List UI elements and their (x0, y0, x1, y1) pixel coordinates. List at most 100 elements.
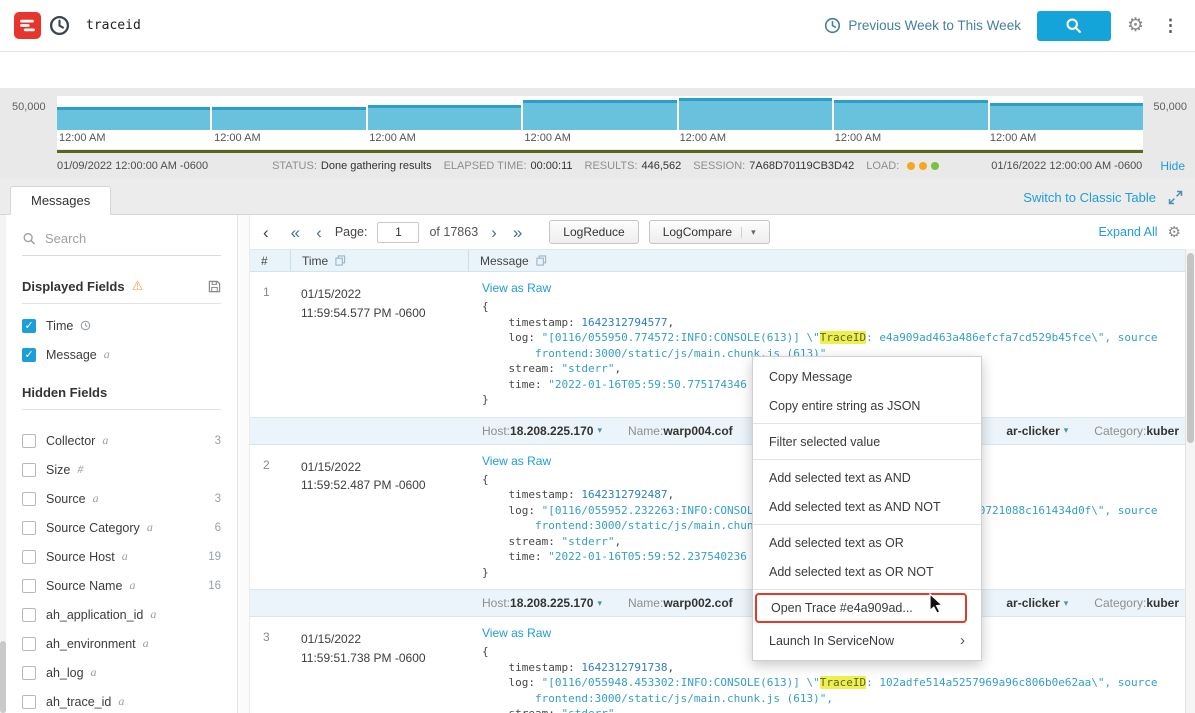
logreduce-button[interactable]: LogReduce (549, 220, 638, 244)
cell-time[interactable]: 01/15/202211:59:54.577 PM -0600 (290, 272, 468, 417)
field-checkbox[interactable] (22, 434, 36, 448)
switch-to-classic-table-link[interactable]: Switch to Classic Table (1023, 190, 1156, 205)
histogram-bar[interactable] (212, 107, 365, 130)
chevron-down-icon[interactable]: ▾ (1064, 598, 1069, 609)
histogram-bar[interactable] (990, 103, 1143, 130)
cell-time[interactable]: 01/15/202211:59:51.738 PM -0600 (290, 617, 468, 713)
save-fields-icon[interactable] (208, 280, 221, 293)
field-row[interactable]: Size# (0, 455, 237, 484)
chevron-down-icon[interactable]: ▾ (1064, 425, 1069, 436)
context-menu-item[interactable]: Add selected text as OR (753, 528, 981, 557)
field-row[interactable]: ah_trace_ida (0, 687, 237, 713)
field-checkbox[interactable] (22, 666, 36, 680)
field-checkbox[interactable] (22, 463, 36, 477)
trace-id-highlight[interactable]: TraceID (820, 331, 866, 344)
meta-field[interactable]: ar-clicker▾ (1006, 424, 1068, 438)
field-checkbox[interactable] (22, 695, 36, 709)
view-as-raw-link[interactable]: View as Raw (482, 454, 551, 468)
field-row[interactable]: Collectora3 (0, 426, 237, 455)
json-segment: 1642312792487 (581, 488, 667, 501)
field-row[interactable]: Messagea (0, 340, 237, 369)
left-scrollbar-thumb[interactable] (0, 641, 6, 713)
history-icon[interactable] (49, 15, 70, 36)
field-row[interactable]: Source Categorya6 (0, 513, 237, 542)
page-number-input[interactable] (377, 222, 419, 243)
field-row[interactable]: Source Namea16 (0, 571, 237, 600)
context-menu-item[interactable]: Add selected text as AND NOT (753, 492, 981, 521)
search-query-input[interactable]: traceid (86, 18, 141, 33)
last-page-icon[interactable]: » (510, 224, 525, 241)
histogram-bar[interactable] (523, 100, 676, 130)
field-checkbox[interactable] (22, 521, 36, 535)
row-number: 1 (250, 272, 290, 417)
time-range-bar[interactable] (57, 150, 1143, 153)
meta-field-value: warp002.cof (663, 596, 732, 610)
table-settings-gear-icon[interactable]: ⚙ (1168, 223, 1181, 241)
meta-field[interactable]: ar-clicker▾ (1006, 596, 1068, 610)
expand-all-link[interactable]: Expand All (1098, 225, 1157, 239)
histogram-bar[interactable] (679, 98, 832, 130)
time-range-selector[interactable]: Previous Week to This Week (824, 17, 1021, 34)
meta-field[interactable]: Name:warp002.cof (628, 596, 733, 610)
log-json-line: log: "[0116/055950.774572:INFO:CONSOLE(6… (482, 330, 1181, 346)
hide-link[interactable]: Hide (1160, 159, 1185, 173)
left-scrollbar[interactable] (0, 215, 6, 713)
context-menu-item[interactable]: Launch In ServiceNow› (753, 626, 981, 655)
next-page-icon[interactable]: › (488, 224, 500, 241)
context-menu-item[interactable]: Copy Message (753, 362, 981, 391)
field-row[interactable]: ah_loga (0, 658, 237, 687)
field-checkbox[interactable] (22, 348, 36, 362)
meta-field[interactable]: Category:kuber (1094, 424, 1179, 438)
field-row[interactable]: Sourcea3 (0, 484, 237, 513)
chevron-down-icon[interactable]: ▾ (597, 425, 602, 436)
load-dot (931, 162, 939, 170)
column-header-number[interactable]: # (250, 250, 290, 271)
column-header-time[interactable]: Time (290, 250, 468, 271)
context-menu-item[interactable]: Add selected text as AND (753, 463, 981, 492)
field-checkbox[interactable] (22, 319, 36, 333)
view-as-raw-link[interactable]: View as Raw (482, 281, 551, 295)
chevron-down-icon[interactable]: ▾ (597, 598, 602, 609)
field-search-input[interactable] (45, 231, 221, 246)
histogram-plot[interactable]: 12:00 AM12:00 AM12:00 AM12:00 AM12:00 AM… (57, 96, 1143, 149)
column-header-message[interactable]: Message (468, 250, 1185, 271)
trace-id-highlight[interactable]: TraceID (820, 676, 866, 689)
search-button[interactable] (1037, 11, 1111, 41)
tab-messages[interactable]: Messages (10, 186, 111, 215)
kebab-menu-icon[interactable]: ⋮ (1160, 17, 1181, 34)
histogram-bar[interactable] (57, 107, 210, 130)
scrollbar-thumb[interactable] (1187, 253, 1194, 443)
field-row[interactable]: Source Hosta19 (0, 542, 237, 571)
view-as-raw-link[interactable]: View as Raw (482, 626, 551, 640)
first-page-icon[interactable]: « (288, 224, 303, 241)
meta-field[interactable]: Category:kuber (1094, 596, 1179, 610)
field-checkbox[interactable] (22, 637, 36, 651)
sidebar-resizer[interactable] (237, 215, 250, 713)
settings-gear-icon[interactable]: ⚙ (1127, 16, 1144, 35)
context-menu-item[interactable]: Copy entire string as JSON (753, 391, 981, 420)
context-menu-item[interactable]: Add selected text as OR NOT (753, 557, 981, 586)
expand-icon[interactable] (1168, 190, 1183, 205)
field-row[interactable]: ah_application_ida (0, 600, 237, 629)
field-checkbox[interactable] (22, 550, 36, 564)
context-menu-item[interactable]: Filter selected value (753, 427, 981, 456)
meta-field[interactable]: Host:18.208.225.170▾ (482, 596, 602, 610)
json-segment: } (482, 566, 489, 579)
field-checkbox[interactable] (22, 579, 36, 593)
logcompare-button[interactable]: LogCompare ▾ (649, 220, 770, 244)
cell-time[interactable]: 01/15/202211:59:52.487 PM -0600 (290, 445, 468, 590)
field-row[interactable]: ah_environmenta (0, 629, 237, 658)
field-row[interactable]: Time (0, 311, 237, 340)
vertical-scrollbar[interactable] (1185, 249, 1195, 713)
copy-icon[interactable] (536, 255, 547, 266)
meta-field[interactable]: Name:warp004.cof (628, 424, 733, 438)
histogram-bar[interactable] (834, 100, 987, 130)
meta-field[interactable]: Host:18.208.225.170▾ (482, 424, 602, 438)
field-checkbox[interactable] (22, 608, 36, 622)
collapse-chevron-icon[interactable]: ‹ (260, 224, 272, 241)
field-checkbox[interactable] (22, 492, 36, 506)
sumo-logic-logo[interactable] (14, 12, 41, 39)
copy-icon[interactable] (335, 255, 346, 266)
histogram-bar[interactable] (368, 105, 521, 130)
prev-page-icon[interactable]: ‹ (313, 224, 325, 241)
